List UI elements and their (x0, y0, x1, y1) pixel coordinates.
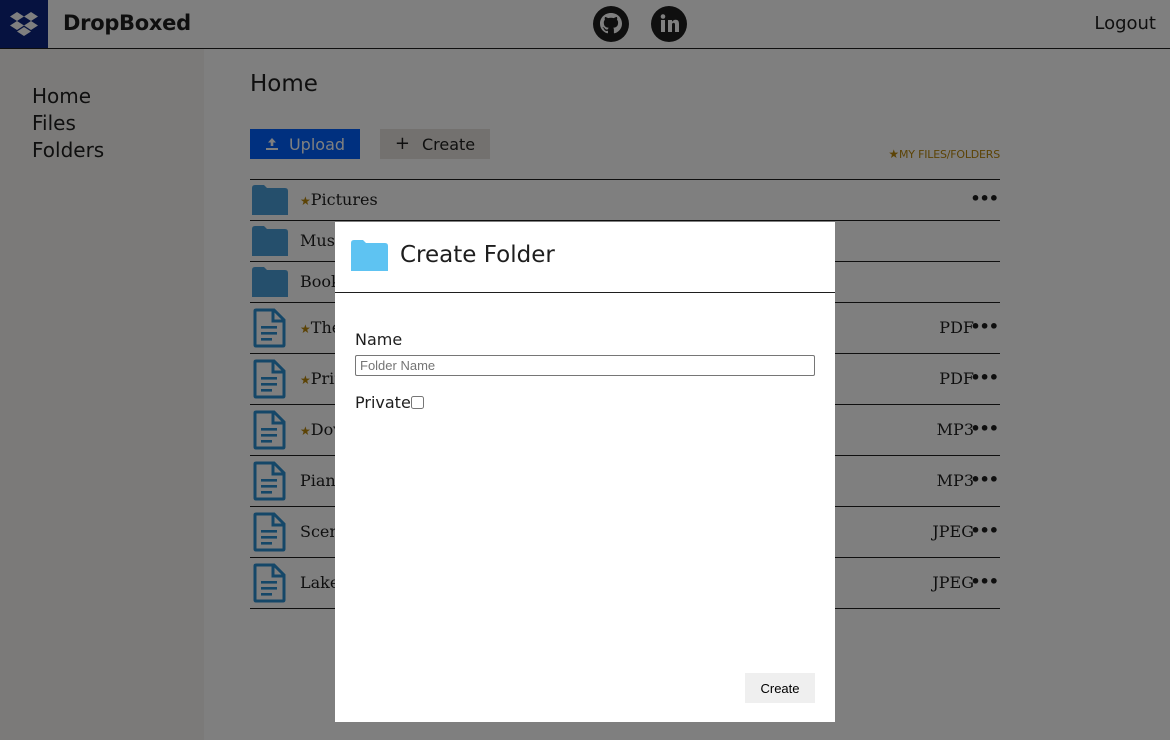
private-label: Private (355, 393, 411, 412)
private-checkbox[interactable] (411, 396, 424, 409)
modal-header: Create Folder (335, 222, 835, 293)
folder-name-input[interactable] (355, 355, 815, 376)
folder-icon (351, 240, 388, 275)
modal-title: Create Folder (400, 242, 555, 268)
name-label: Name (355, 330, 403, 349)
create-folder-modal: Create Folder Name Private Create (335, 222, 835, 722)
create-folder-button[interactable]: Create (745, 673, 815, 703)
